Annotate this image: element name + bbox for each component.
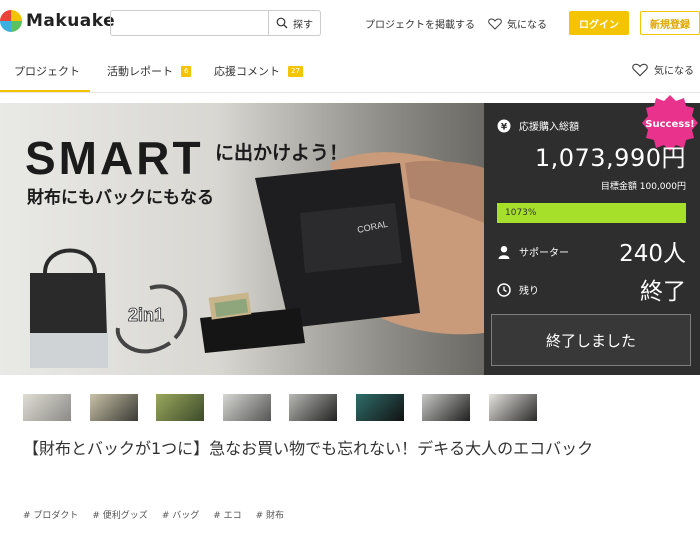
header: Makuake 探す プロジェクトを掲載する 気になる ログイン 新規登録: [0, 0, 700, 46]
project-favorite-button[interactable]: 気になる: [632, 62, 694, 77]
logo-mark-icon: [0, 10, 22, 32]
post-project-link[interactable]: プロジェクトを掲載する: [365, 16, 475, 31]
funding-progress-bar: 1073%: [497, 203, 686, 223]
heart-icon: [488, 17, 502, 30]
tab-support-comments[interactable]: 応援コメント 27: [214, 63, 303, 79]
total-amount-label: 応援購入総額: [519, 122, 579, 133]
favorite-label: 気になる: [507, 20, 547, 31]
remaining-value: 終了: [640, 279, 686, 305]
tab-project-label: プロジェクト: [14, 65, 80, 78]
supporters-label-row: サポーター: [497, 244, 569, 259]
search-input[interactable]: [111, 11, 268, 35]
project-ended-button[interactable]: 終了しました: [491, 314, 691, 366]
thumbnail-1[interactable]: [23, 394, 71, 421]
tag-bag[interactable]: # バッグ: [162, 508, 199, 521]
thumbnail-2[interactable]: [89, 394, 138, 421]
yen-coin-icon: ¥: [497, 119, 511, 132]
remaining-label: 残り: [519, 286, 539, 297]
project-favorite-label: 気になる: [654, 66, 694, 77]
tab-support-comments-label: 応援コメント: [214, 65, 280, 78]
thumbnail-3[interactable]: [156, 394, 204, 421]
project-tags: # プロダクト # 便利グッズ # バッグ # エコ # 財布: [23, 508, 298, 521]
clock-icon: [497, 282, 511, 297]
hero-subheadline: 財布にもバックにもなる: [27, 188, 214, 208]
funding-progress-text: 1073%: [505, 208, 537, 218]
project-hero-image[interactable]: CORAL 2in1 SMART に出かけよう！ 財布にもバックにもなる: [0, 103, 484, 375]
hero-headline: SMART: [25, 132, 204, 184]
thumbnail-6[interactable]: [355, 394, 404, 421]
tag-wallet[interactable]: # 財布: [256, 508, 284, 521]
search-icon: [276, 17, 288, 29]
tag-eco[interactable]: # エコ: [213, 508, 241, 521]
support-comments-count-badge: 27: [288, 65, 303, 77]
search-button-label: 探す: [293, 19, 313, 31]
supporters-value: 240人: [619, 241, 686, 267]
logo-text: Makuake: [26, 11, 116, 31]
goal-amount: 目標金額 100,000円: [600, 182, 686, 192]
person-icon: [498, 245, 510, 259]
heart-icon: [632, 63, 648, 77]
tag-product[interactable]: # プロダクト: [23, 508, 78, 521]
supporters-label: サポーター: [519, 248, 569, 259]
search-box: 探す: [110, 10, 321, 36]
hero-headline-jp: に出かけよう！: [215, 142, 349, 164]
remaining-label-row: 残り: [497, 282, 539, 297]
favorite-link[interactable]: 気になる: [488, 16, 547, 31]
project-title: 【財布とバックが1つに】急なお買い物でも忘れない！デキる大人のエコバック: [23, 439, 594, 458]
svg-text:¥: ¥: [501, 122, 508, 132]
activity-report-count-badge: 6: [181, 65, 192, 77]
thumbnail-7[interactable]: [422, 394, 470, 421]
makuake-logo[interactable]: Makuake: [0, 10, 115, 32]
thumbnail-4[interactable]: [222, 394, 271, 421]
tab-activity-report[interactable]: 活動レポート 6: [107, 63, 192, 79]
tag-useful-goods[interactable]: # 便利グッズ: [92, 508, 147, 521]
hero-2in1-text: 2in1: [128, 305, 164, 325]
login-button[interactable]: ログイン: [569, 11, 629, 35]
success-badge-label: Success!: [645, 119, 694, 130]
tab-project[interactable]: プロジェクト: [14, 63, 80, 79]
thumbnail-8[interactable]: [488, 394, 537, 421]
search-button[interactable]: 探す: [268, 11, 320, 35]
image-thumbnails: [23, 394, 555, 421]
tab-activity-report-label: 活動レポート: [107, 65, 173, 78]
thumbnail-5[interactable]: [289, 394, 337, 421]
total-amount-value: 1,073,990円: [534, 144, 686, 172]
active-tab-indicator: [0, 90, 90, 92]
register-button[interactable]: 新規登録: [640, 11, 700, 35]
project-tabs: プロジェクト 活動レポート 6 応援コメント 27 気になる: [0, 46, 700, 93]
total-amount-label-row: ¥ 応援購入総額: [497, 118, 579, 133]
